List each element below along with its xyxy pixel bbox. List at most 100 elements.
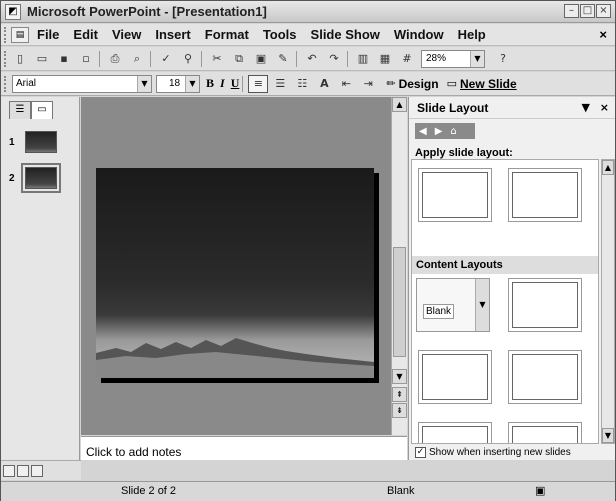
menu-tools[interactable]: Tools xyxy=(263,27,297,42)
powerpoint-app-icon[interactable]: ◩ xyxy=(5,3,21,20)
layout-two-column-text[interactable] xyxy=(508,168,582,222)
layout-blank[interactable]: Blank ▼ xyxy=(416,278,490,332)
close-button[interactable]: × xyxy=(596,4,611,18)
show-checkbox[interactable]: ✓ xyxy=(415,447,426,458)
open-icon[interactable]: ▭ xyxy=(32,50,52,68)
close-document-icon[interactable]: × xyxy=(599,27,607,42)
chevron-down-icon[interactable]: ▼ xyxy=(470,50,484,67)
help-icon[interactable]: ? xyxy=(493,50,513,68)
scroll-up-icon[interactable]: ▲ xyxy=(602,160,614,175)
layout-title-and-content[interactable] xyxy=(418,350,492,404)
layout-title-and-text[interactable] xyxy=(418,168,492,222)
panel-tabs: ☰ ▭ xyxy=(1,97,79,121)
layout-two-content[interactable] xyxy=(418,422,492,443)
scroll-down-icon[interactable]: ▼ xyxy=(602,428,614,443)
insert-table-icon[interactable]: ▦ xyxy=(375,50,395,68)
redo-icon[interactable]: ↷ xyxy=(324,50,344,68)
save-icon[interactable]: ▪ xyxy=(54,50,74,68)
current-slide[interactable] xyxy=(96,168,374,378)
task-pane-title[interactable]: Slide Layout xyxy=(417,101,488,115)
cut-icon[interactable]: ✂ xyxy=(207,50,227,68)
back-icon[interactable]: ◀ xyxy=(419,126,427,137)
bullets-icon[interactable]: ☷ xyxy=(292,75,312,93)
print-preview-icon[interactable]: ⌕ xyxy=(127,50,147,68)
home-icon[interactable]: ⌂ xyxy=(450,126,456,137)
align-left-icon[interactable]: ≡ xyxy=(248,74,269,93)
font-value: Arial xyxy=(16,77,37,89)
normal-view-icon[interactable] xyxy=(3,464,15,477)
slide-sorter-icon[interactable] xyxy=(17,464,29,477)
undo-icon[interactable]: ↶ xyxy=(302,50,322,68)
numbering-icon[interactable]: ☰ xyxy=(270,75,290,93)
slide-thumbnail-image[interactable] xyxy=(25,131,57,153)
menu-insert[interactable]: Insert xyxy=(155,27,190,42)
spelling-icon[interactable]: ✓ xyxy=(156,50,176,68)
slide-thumbnail-2[interactable]: 2 xyxy=(9,163,79,193)
decrease-indent-icon[interactable]: ⇤ xyxy=(336,75,356,93)
scroll-down-icon[interactable]: ▼ xyxy=(392,369,407,384)
chevron-down-icon[interactable]: ▼ xyxy=(185,75,199,92)
minimize-button[interactable]: – xyxy=(564,4,579,18)
slide-show-icon[interactable] xyxy=(31,464,43,477)
scroll-up-icon[interactable]: ▲ xyxy=(392,97,407,112)
toolbar-grip[interactable] xyxy=(4,75,8,92)
menu-slide-show[interactable]: Slide Show xyxy=(311,27,380,42)
chevron-down-icon[interactable]: ▼ xyxy=(137,75,151,92)
format-painter-icon[interactable]: ✎ xyxy=(273,50,293,68)
menu-file[interactable]: File xyxy=(37,27,59,42)
menu-edit[interactable]: Edit xyxy=(73,27,98,42)
copy-icon[interactable]: ⧉ xyxy=(229,50,249,68)
layout-four-content[interactable] xyxy=(508,350,582,404)
menu-bar: ▤ File Edit View Insert Format Tools Sli… xyxy=(1,24,615,46)
task-pane-scrollbar[interactable]: ▲ ▼ xyxy=(601,159,615,444)
increase-indent-icon[interactable]: ⇥ xyxy=(358,75,378,93)
notes-pane[interactable]: Click to add notes xyxy=(81,436,407,460)
permission-icon[interactable]: ▫ xyxy=(76,50,96,68)
font-select[interactable]: Arial ▼ xyxy=(12,74,152,93)
slide-number: 2 xyxy=(9,172,15,184)
slides-tab-icon[interactable]: ▭ xyxy=(31,101,53,119)
spelling-status-icon[interactable]: ▣ xyxy=(535,484,545,497)
menu-format[interactable]: Format xyxy=(205,27,249,42)
forward-icon[interactable]: ▶ xyxy=(435,126,443,137)
scroll-thumb[interactable] xyxy=(393,247,406,357)
slide-thumbnail-image[interactable] xyxy=(21,163,61,193)
next-slide-icon[interactable]: ⇟ xyxy=(392,403,407,418)
slide-thumbnail-1[interactable]: 1 xyxy=(9,131,79,153)
menu-help[interactable]: Help xyxy=(458,27,486,42)
task-pane-close-icon[interactable]: × xyxy=(600,101,609,114)
toolbar-grip[interactable] xyxy=(4,50,8,67)
bold-button[interactable]: B xyxy=(206,76,214,91)
task-pane-menu-icon[interactable]: ▼ xyxy=(581,101,589,114)
maximize-button[interactable]: □ xyxy=(580,4,595,18)
layout-title-two-content[interactable] xyxy=(508,422,582,443)
insert-chart-icon[interactable]: ▥ xyxy=(353,50,373,68)
zoom-value: 28% xyxy=(426,53,447,64)
new-icon[interactable]: ▯ xyxy=(10,50,30,68)
print-icon[interactable]: ⎙ xyxy=(105,50,125,68)
slide-vertical-scrollbar[interactable]: ▲ ▼ ⇞ ⇟ xyxy=(391,97,407,435)
menu-view[interactable]: View xyxy=(112,27,141,42)
layout-content[interactable] xyxy=(508,278,582,332)
zoom-select[interactable]: 28% ▼ xyxy=(421,49,485,68)
previous-slide-icon[interactable]: ⇞ xyxy=(392,387,407,402)
paste-icon[interactable]: ▣ xyxy=(251,50,271,68)
layout-gallery[interactable]: Content Layouts Blank ▼ xyxy=(411,159,599,444)
font-size-select[interactable]: 18 ▼ xyxy=(156,74,200,93)
underline-button[interactable]: U xyxy=(231,76,240,91)
research-icon[interactable]: ⚲ xyxy=(178,50,198,68)
menu-window[interactable]: Window xyxy=(394,27,444,42)
outline-tab-icon[interactable]: ☰ xyxy=(9,101,31,119)
slide-editor[interactable] xyxy=(81,97,391,435)
menubar-grip[interactable] xyxy=(4,26,8,43)
show-when-inserting-row[interactable]: ✓ Show when inserting new slides xyxy=(415,447,571,458)
show-grid-icon[interactable]: # xyxy=(397,50,417,68)
document-menu-icon[interactable]: ▤ xyxy=(11,26,29,43)
new-slide-button[interactable]: ▭ New Slide xyxy=(447,77,517,91)
apply-layout-label: Apply slide layout: xyxy=(415,147,513,159)
window-controls: – □ × xyxy=(564,4,611,18)
design-button[interactable]: ✏ Design xyxy=(386,77,438,91)
increase-font-icon[interactable]: A xyxy=(314,75,334,93)
chevron-down-icon[interactable]: ▼ xyxy=(475,279,489,331)
italic-button[interactable]: I xyxy=(220,76,225,91)
